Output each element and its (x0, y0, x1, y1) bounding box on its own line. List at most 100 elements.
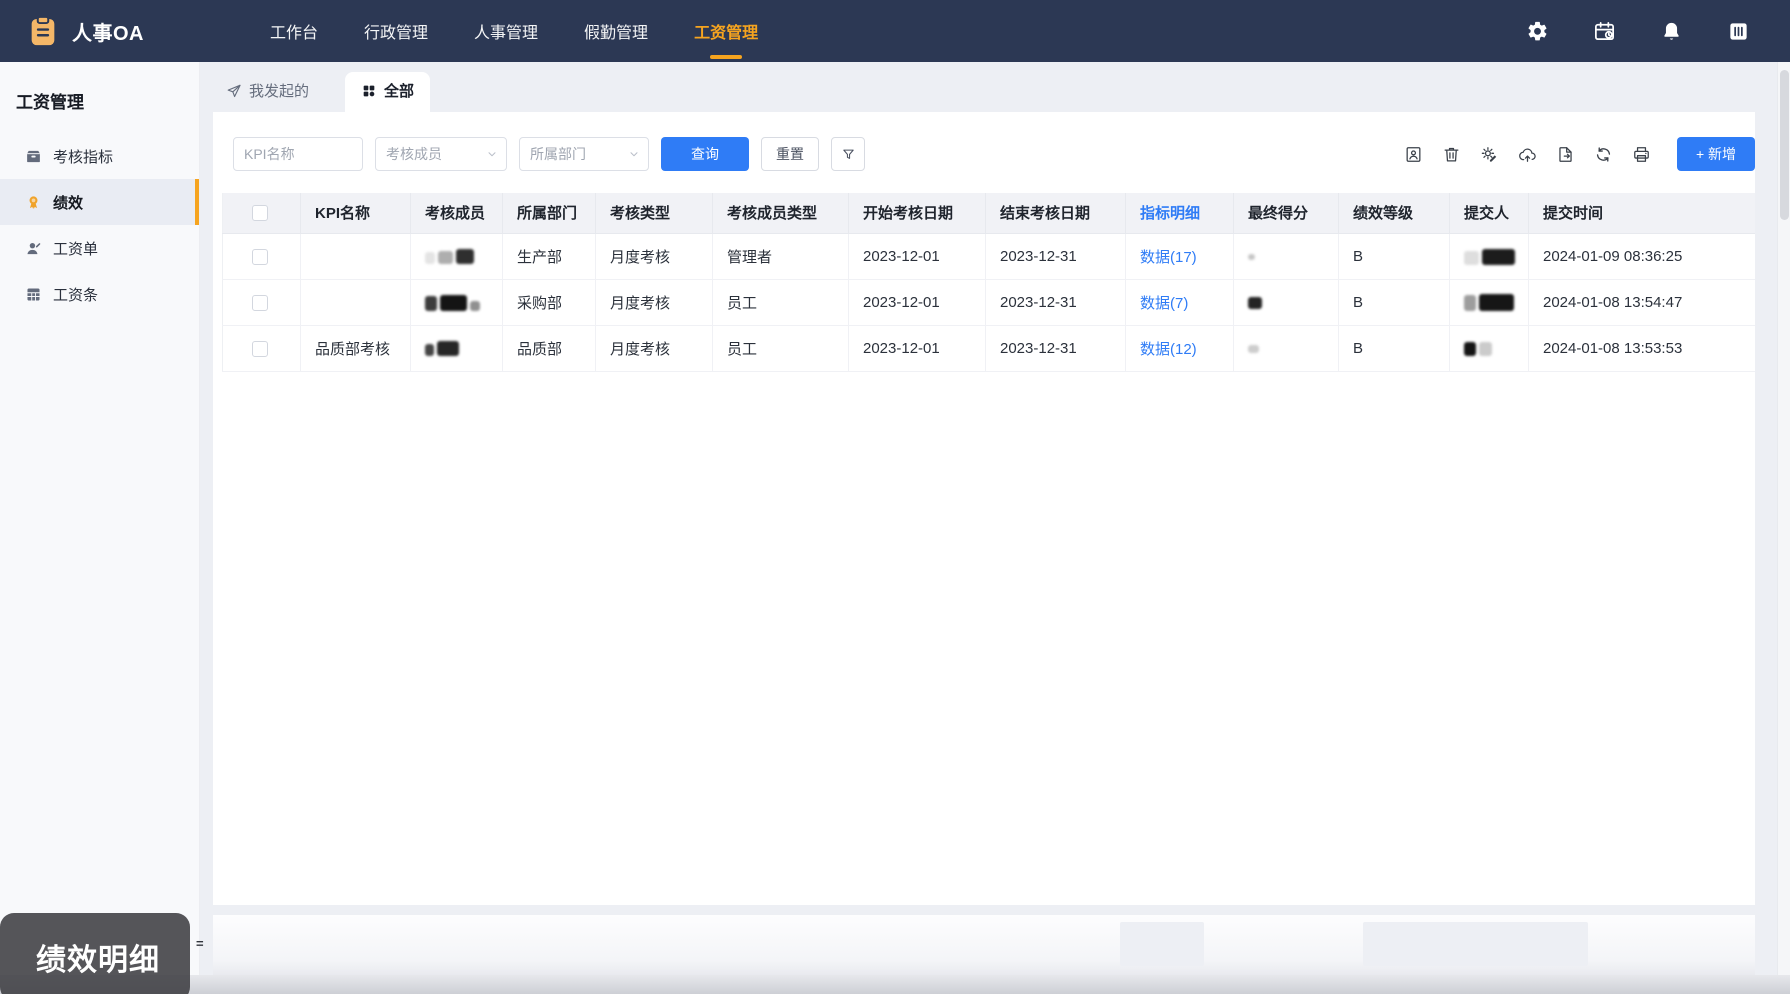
cell-indicator-detail: 数据(7) (1125, 279, 1234, 326)
col-header-提交人: 提交人 (1449, 193, 1529, 234)
add-new-button[interactable]: + 新增 (1677, 137, 1755, 171)
tab-我发起的[interactable]: 我发起的 (226, 72, 309, 112)
cell-submitter (1449, 325, 1529, 372)
trash-icon[interactable] (1442, 145, 1461, 164)
select-all-checkbox[interactable] (251, 205, 268, 222)
sidebar-item-label: 工资条 (53, 286, 99, 304)
tab-bar: 我发起的 全部 (200, 62, 1790, 112)
nav-item-假勤管理[interactable]: 假勤管理 (584, 0, 648, 62)
page-scrollbar[interactable] (1777, 62, 1790, 994)
grid-icon (361, 83, 377, 99)
sidebar-item-label: 考核指标 (53, 148, 114, 166)
send-icon (226, 83, 242, 99)
row-checkbox[interactable] (251, 294, 268, 311)
cell-end-date: 2023-12-31 (985, 279, 1126, 326)
sidebar-item-label: 绩效 (53, 194, 84, 212)
redacted-content (1248, 296, 1262, 309)
id-card-icon[interactable] (1404, 145, 1423, 164)
cell-kpi-name (300, 233, 411, 280)
cloud-upload-icon[interactable] (1518, 145, 1537, 164)
cell-department: 品质部 (502, 325, 596, 372)
col-header-考核成员: 考核成员 (410, 193, 503, 234)
col-header-最终得分: 最终得分 (1233, 193, 1339, 234)
sidebar-item-工资单[interactable]: 工资单 (0, 225, 199, 271)
redacted-content (1464, 341, 1492, 356)
cell-assess-member (410, 325, 503, 372)
sidebar-title: 工资管理 (16, 93, 84, 112)
reset-button[interactable]: 重置 (761, 137, 819, 171)
sidebar-item-绩效[interactable]: 绩效 (0, 179, 199, 225)
sidebar-item-工资条[interactable]: 工资条 (0, 271, 199, 317)
nav-item-工资管理[interactable]: 工资管理 (694, 0, 758, 62)
printer-icon[interactable] (1632, 145, 1651, 164)
table-row: 采购部 月度考核 员工 2023-12-01 2023-12-31 数据(7) B 2024-… (222, 279, 1755, 326)
panel-icon[interactable] (1727, 20, 1750, 43)
cell-assess-type: 月度考核 (595, 325, 713, 372)
indicator-detail-link[interactable]: 数据(7) (1140, 295, 1188, 312)
cell-end-date: 2023-12-31 (985, 233, 1126, 280)
search-button[interactable]: 查询 (661, 137, 749, 171)
medal-icon (25, 194, 42, 211)
row-checkbox[interactable] (251, 248, 268, 265)
redacted-content (1464, 293, 1514, 311)
cell-submit-time: 2024-01-08 13:54:47 (1528, 279, 1755, 326)
cell-start-date: 2023-12-01 (848, 279, 986, 326)
cell-submitter (1449, 233, 1529, 280)
scrollbar-thumb[interactable] (1780, 70, 1789, 220)
indicator-detail-link[interactable]: 数据(12) (1140, 341, 1197, 358)
tab-全部[interactable]: 全部 (345, 72, 431, 112)
cell-member-type: 员工 (712, 325, 849, 372)
bell-icon[interactable] (1660, 20, 1683, 43)
cell-final-score (1233, 233, 1339, 280)
cell-checkbox (222, 279, 301, 326)
chevron-down-icon (628, 148, 640, 160)
calendar-icon[interactable] (1593, 20, 1616, 43)
sidebar-item-label: 工资单 (53, 240, 99, 258)
table-toolbar (1404, 145, 1651, 164)
top-navbar: 人事OA 工作台 行政管理 人事管理 假勤管理 工资管理 (0, 0, 1790, 62)
redacted-footer-mark: = (196, 936, 204, 951)
gear-edit-icon[interactable] (1480, 145, 1499, 164)
row-checkbox[interactable] (251, 340, 268, 357)
refresh-icon[interactable] (1594, 145, 1613, 164)
nav-item-工作台[interactable]: 工作台 (270, 0, 318, 62)
cell-start-date: 2023-12-01 (848, 233, 986, 280)
col-header-提交时间: 提交时间 (1528, 193, 1755, 234)
kpi-name-input[interactable] (233, 137, 363, 171)
app-brand[interactable]: 人事OA (26, 14, 144, 48)
cell-checkbox (222, 233, 301, 280)
filter-button[interactable] (831, 137, 865, 171)
sidebar-item-考核指标[interactable]: 考核指标 (0, 133, 199, 179)
department-select[interactable]: 所属部门 (519, 137, 649, 171)
filter-row: 考核成员 所属部门 查询 重置 + 新增 (213, 112, 1755, 171)
cell-member-type: 管理者 (712, 233, 849, 280)
archive-box-icon (25, 148, 42, 165)
file-export-icon[interactable] (1556, 145, 1575, 164)
cell-indicator-detail: 数据(12) (1125, 325, 1234, 372)
cell-member-type: 员工 (712, 279, 849, 326)
funnel-icon (841, 147, 856, 162)
cell-submitter (1449, 279, 1529, 326)
cell-kpi-name (300, 279, 411, 326)
cell-department: 采购部 (502, 279, 596, 326)
col-header-指标明细: 指标明细 (1125, 193, 1234, 234)
gear-icon[interactable] (1526, 20, 1549, 43)
redacted-content (425, 294, 480, 311)
cell-kpi-name: 品质部考核 (300, 325, 411, 372)
cell-start-date: 2023-12-01 (848, 325, 986, 372)
col-header-绩效等级: 绩效等级 (1338, 193, 1450, 234)
indicator-detail-link[interactable]: 数据(17) (1140, 249, 1197, 266)
table-row: 品质部考核 品质部 月度考核 员工 2023-12-01 2023-12-31 数据(12)… (222, 325, 1755, 372)
cell-grade: B (1338, 233, 1450, 280)
nav-item-人事管理[interactable]: 人事管理 (474, 0, 538, 62)
main-nav: 工作台 行政管理 人事管理 假勤管理 工资管理 (270, 0, 804, 62)
col-header-checkbox (222, 193, 301, 234)
assess-member-select[interactable]: 考核成员 (375, 137, 507, 171)
col-header-考核类型: 考核类型 (595, 193, 713, 234)
redacted-content (425, 341, 459, 357)
blurred-footer-block (1120, 922, 1204, 966)
chevron-down-icon (486, 148, 498, 160)
nav-item-行政管理[interactable]: 行政管理 (364, 0, 428, 62)
tab-label: 全部 (384, 83, 415, 100)
clipboard-logo-icon (26, 14, 60, 48)
